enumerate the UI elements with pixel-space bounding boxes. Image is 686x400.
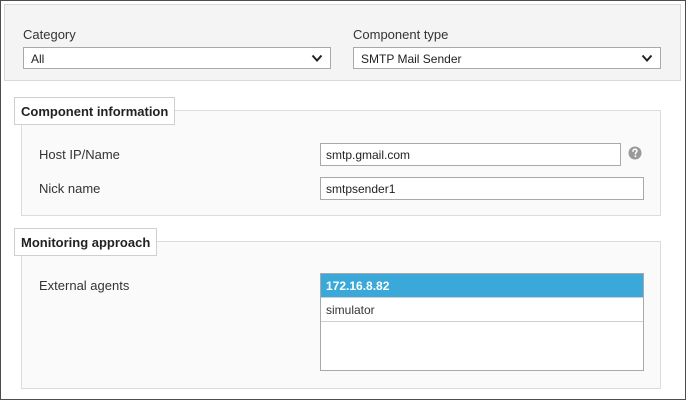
category-select[interactable]: All — [23, 47, 331, 69]
host-label: Host IP/Name — [39, 147, 120, 162]
component-type-value: SMTP Mail Sender — [361, 52, 462, 66]
agent-list-item[interactable]: 172.16.8.82 — [321, 274, 643, 298]
monitoring-legend: Monitoring approach — [14, 228, 158, 256]
external-agents-label: External agents — [39, 278, 130, 293]
agent-list-item[interactable]: simulator — [321, 298, 643, 322]
category-label: Category — [23, 27, 76, 42]
nick-name-label: Nick name — [39, 181, 101, 196]
chevron-down-icon — [641, 54, 653, 62]
category-value: All — [31, 52, 45, 66]
nick-name-input[interactable] — [320, 177, 644, 200]
external-agents-list[interactable]: 172.16.8.82 simulator — [320, 273, 644, 371]
component-info-legend: Component information — [14, 97, 176, 125]
component-type-label: Component type — [353, 27, 449, 42]
chevron-down-icon — [311, 54, 323, 62]
form-container: Category All Component type SMTP Mail Se… — [0, 0, 686, 400]
host-input[interactable] — [320, 143, 621, 166]
component-type-select[interactable]: SMTP Mail Sender — [353, 47, 661, 69]
filter-bar: Category All Component type SMTP Mail Se… — [4, 4, 681, 81]
question-circle-icon[interactable] — [628, 146, 642, 160]
